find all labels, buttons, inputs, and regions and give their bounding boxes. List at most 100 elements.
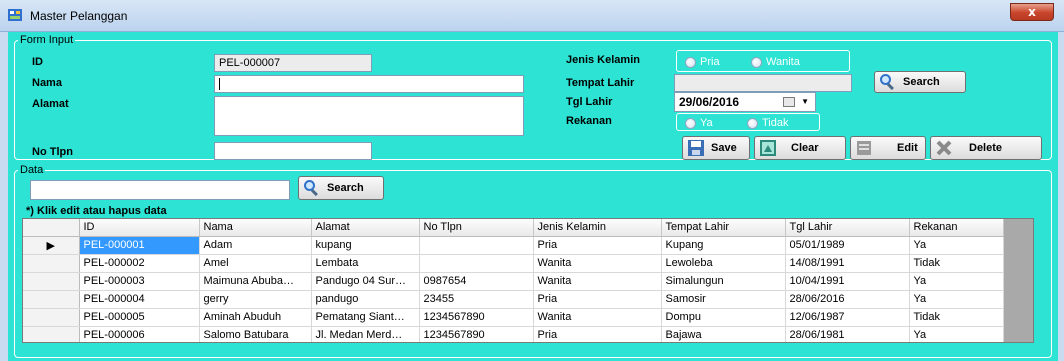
window-title: Master Pelanggan — [30, 9, 128, 23]
table-cell[interactable]: Simalungun — [661, 272, 786, 291]
table-cell[interactable]: Bajawa — [661, 326, 786, 342]
data-search-button[interactable]: Search — [298, 176, 384, 200]
table-cell[interactable]: Kupang — [661, 236, 786, 255]
table-cell[interactable]: Ya — [909, 290, 1004, 309]
table-cell[interactable]: 1234567890 — [419, 308, 534, 327]
table-row[interactable]: PEL-000003 Maimuna Abuba… Pandugo 04 Sur… — [23, 272, 1004, 291]
nama-field[interactable] — [214, 75, 524, 93]
col-header-tempat-lahir[interactable]: Tempat Lahir — [661, 219, 786, 237]
table-cell[interactable]: Adam — [199, 236, 312, 255]
radio-pria[interactable]: Pria — [685, 55, 720, 69]
col-header-jenis-kelamin[interactable]: Jenis Kelamin — [533, 219, 662, 237]
col-header-nama[interactable]: Nama — [199, 219, 312, 237]
table-cell[interactable]: 0987654 — [419, 272, 534, 291]
table-row[interactable]: PEL-000004 gerry pandugo 23455 Pria Samo… — [23, 290, 1004, 309]
col-header-id[interactable]: ID — [79, 219, 200, 237]
table-cell[interactable] — [419, 236, 534, 255]
table-cell[interactable]: PEL-000001 — [79, 236, 200, 255]
table-cell[interactable]: Aminah Abuduh — [199, 308, 312, 327]
edit-button[interactable]: Edit — [850, 136, 926, 160]
tempat-search-button[interactable]: Search — [874, 71, 966, 93]
table-cell[interactable]: Pria — [533, 326, 662, 342]
data-search-input[interactable] — [30, 180, 290, 200]
row-header[interactable] — [23, 326, 80, 342]
table-cell[interactable]: pandugo — [311, 290, 420, 309]
alamat-field[interactable] — [214, 96, 524, 136]
table-cell[interactable]: 28/06/2016 — [785, 290, 910, 309]
window-frame-left — [0, 32, 8, 361]
table-cell[interactable]: Salomo Batubara — [199, 326, 312, 342]
table-cell[interactable]: gerry — [199, 290, 312, 309]
save-button[interactable]: Save — [682, 136, 750, 160]
table-cell[interactable]: Lewoleba — [661, 254, 786, 273]
text-caret — [219, 78, 220, 90]
col-header-alamat[interactable]: Alamat — [311, 219, 420, 237]
radio-ya[interactable]: Ya — [685, 116, 713, 130]
table-cell[interactable]: Ya — [909, 326, 1004, 342]
table-cell[interactable]: Wanita — [533, 272, 662, 291]
table-cell[interactable]: 14/08/1991 — [785, 254, 910, 273]
table-cell[interactable]: Lembata — [311, 254, 420, 273]
id-field[interactable]: PEL-000007 — [214, 54, 372, 72]
row-header[interactable] — [23, 308, 80, 327]
id-label: ID — [32, 56, 43, 68]
radio-tidak[interactable]: Tidak — [747, 116, 789, 130]
tgl-lahir-picker[interactable]: 29/06/2016 ▼ — [674, 92, 816, 112]
table-cell[interactable]: 12/06/1987 — [785, 308, 910, 327]
table-cell[interactable]: Wanita — [533, 254, 662, 273]
clear-button[interactable]: Clear — [754, 136, 846, 160]
table-cell[interactable]: Tidak — [909, 254, 1004, 273]
table-cell[interactable]: Maimuna Abuba… — [199, 272, 312, 291]
clear-icon — [759, 139, 777, 157]
table-row[interactable]: PEL-000006 Salomo Batubara Jl. Medan Mer… — [23, 326, 1004, 342]
col-header-notlpn[interactable]: No Tlpn — [419, 219, 534, 237]
delete-label: Delete — [969, 142, 1003, 154]
table-cell[interactable]: Tidak — [909, 308, 1004, 327]
table-cell[interactable]: 1234567890 — [419, 326, 534, 342]
radio-wanita[interactable]: Wanita — [751, 55, 800, 69]
table-cell[interactable]: Dompu — [661, 308, 786, 327]
table-cell[interactable]: Pria — [533, 290, 662, 309]
notlpn-field[interactable] — [214, 142, 372, 160]
row-header-corner — [23, 219, 80, 237]
table-cell[interactable]: 10/04/1991 — [785, 272, 910, 291]
data-grid[interactable]: ID Nama Alamat No Tlpn Jenis Kelamin Tem… — [22, 218, 1034, 343]
tempat-lahir-label: Tempat Lahir — [566, 77, 635, 89]
tempat-lahir-field[interactable] — [674, 74, 852, 92]
table-cell[interactable]: Samosir — [661, 290, 786, 309]
table-cell[interactable]: PEL-000004 — [79, 290, 200, 309]
table-cell[interactable]: Wanita — [533, 308, 662, 327]
table-cell[interactable]: Pria — [533, 236, 662, 255]
table-row[interactable]: ▶ PEL-000001 Adam kupang Pria Kupang 05/… — [23, 236, 1004, 255]
radio-tidak-label: Tidak — [762, 117, 789, 129]
table-cell[interactable]: Ya — [909, 236, 1004, 255]
table-cell[interactable]: 23455 — [419, 290, 534, 309]
table-row[interactable]: PEL-000005 Aminah Abuduh Pematang Siant…… — [23, 308, 1004, 327]
table-cell[interactable]: Amel — [199, 254, 312, 273]
row-header[interactable] — [23, 290, 80, 309]
table-cell[interactable]: Pematang Siant… — [311, 308, 420, 327]
table-row[interactable]: PEL-000002 Amel Lembata Wanita Lewoleba … — [23, 254, 1004, 273]
delete-button[interactable]: Delete — [930, 136, 1042, 160]
close-button[interactable]: x — [1010, 3, 1054, 21]
col-header-tgl-lahir[interactable]: Tgl Lahir — [785, 219, 910, 237]
table-cell[interactable]: Ya — [909, 272, 1004, 291]
row-header[interactable] — [23, 254, 80, 273]
search-icon — [879, 73, 897, 91]
row-header[interactable] — [23, 272, 80, 291]
table-cell[interactable]: PEL-000005 — [79, 308, 200, 327]
table-cell[interactable]: kupang — [311, 236, 420, 255]
table-cell[interactable]: PEL-000003 — [79, 272, 200, 291]
table-cell[interactable] — [419, 254, 534, 273]
radio-ya-label: Ya — [700, 117, 713, 129]
col-header-rekanan[interactable]: Rekanan — [909, 219, 1004, 237]
table-cell[interactable]: 05/01/1989 — [785, 236, 910, 255]
table-cell[interactable]: PEL-000002 — [79, 254, 200, 273]
current-row-indicator-icon: ▶ — [23, 236, 80, 255]
table-header-row: ID Nama Alamat No Tlpn Jenis Kelamin Tem… — [23, 219, 1004, 237]
table-cell[interactable]: Jl. Medan Merd… — [311, 326, 420, 342]
table-cell[interactable]: Pandugo 04 Sur… — [311, 272, 420, 291]
table-cell[interactable]: PEL-000006 — [79, 326, 200, 342]
table-cell[interactable]: 28/06/1981 — [785, 326, 910, 342]
nama-label: Nama — [32, 77, 62, 89]
